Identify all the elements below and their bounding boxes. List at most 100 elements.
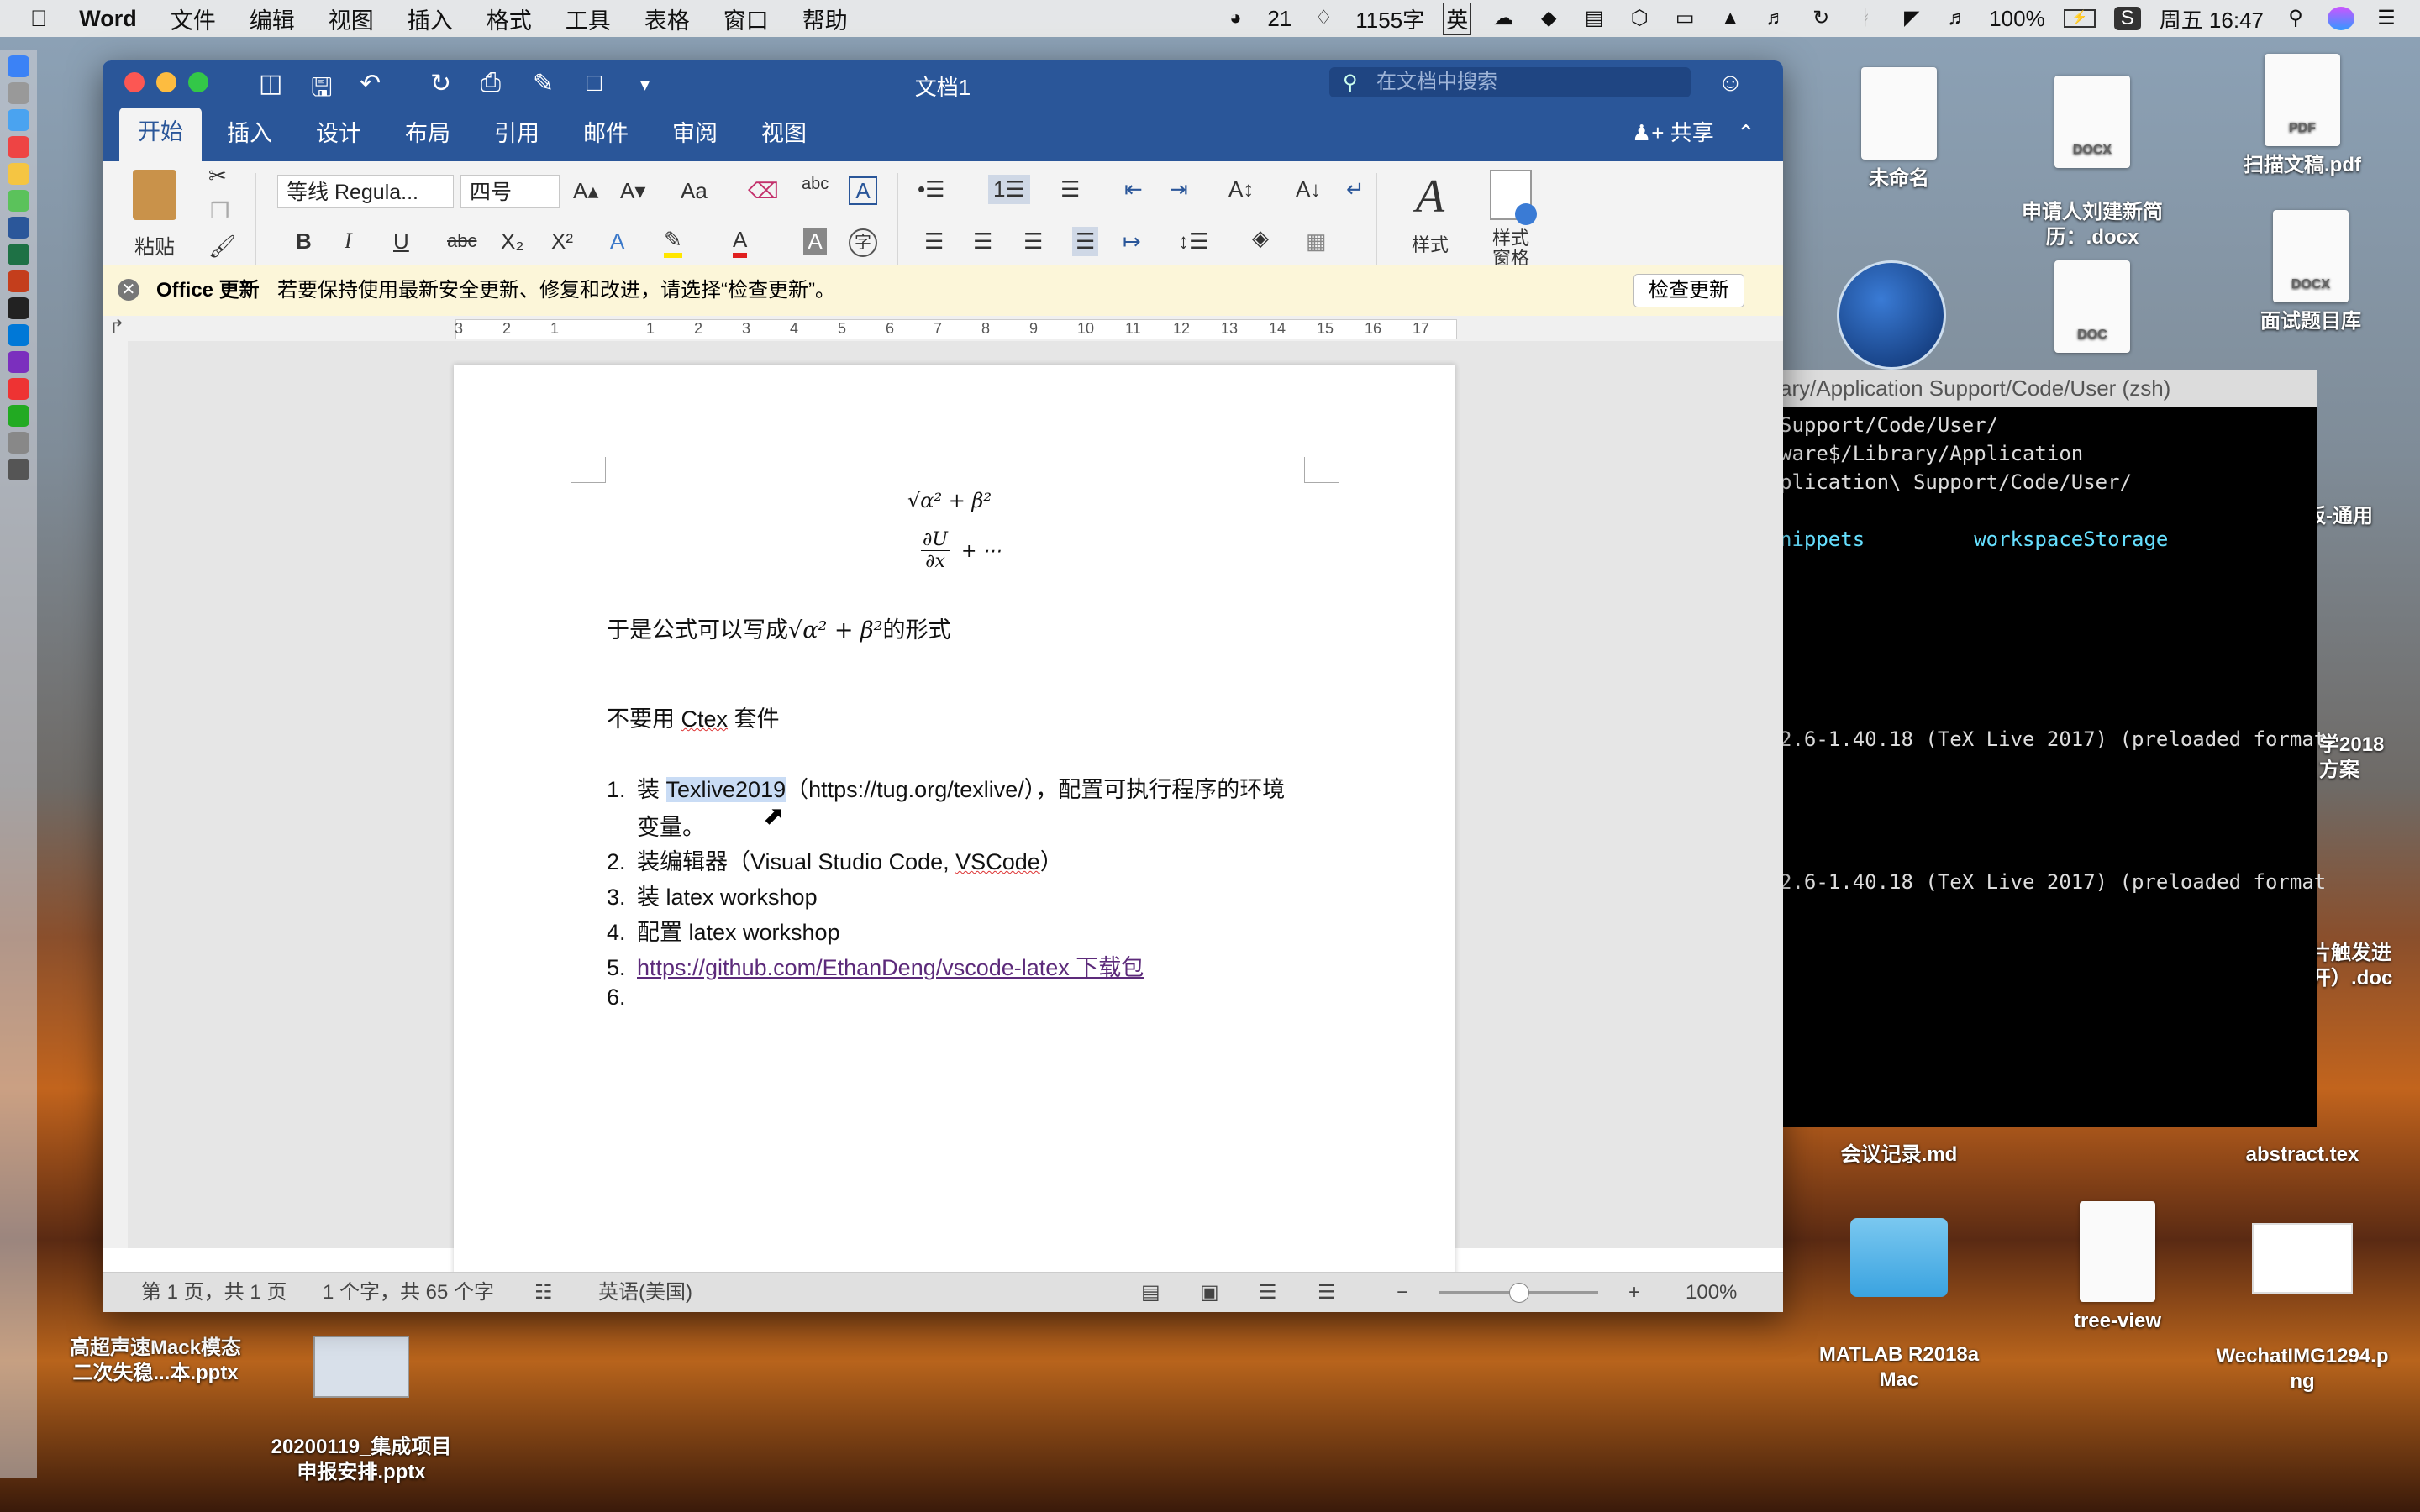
document-page[interactable]: √α² + β² ∂U ∂x + ⋯ 于是公式可以写成√α² + β²的形式 不… — [454, 365, 1455, 1289]
hyperlink[interactable]: https://github.com/EthanDeng/vscode-late… — [637, 955, 1144, 980]
tab-design[interactable]: 设计 — [297, 111, 380, 156]
menu-tools[interactable]: 工具 — [566, 3, 611, 35]
notes-icon[interactable] — [8, 163, 29, 185]
text-effects-icon[interactable]: A — [610, 228, 624, 255]
character-shading-icon[interactable]: A — [803, 228, 827, 255]
tab-mailings[interactable]: 邮件 — [565, 111, 647, 156]
draft-view-icon[interactable]: ☰ — [1318, 1273, 1336, 1312]
finder-icon[interactable] — [8, 55, 29, 77]
word-count[interactable]: 1 个字，共 65 个字 — [323, 1273, 494, 1312]
battery-icon[interactable]: ⚡ — [2063, 9, 2096, 28]
menu-view[interactable]: 视图 — [329, 3, 374, 35]
italic-button[interactable]: I — [345, 228, 352, 254]
app-icon[interactable] — [8, 351, 29, 373]
numbering-icon[interactable]: 1☰ — [988, 175, 1030, 204]
styles-button[interactable]: A 样式 — [1397, 170, 1464, 257]
calendar-icon[interactable] — [8, 136, 29, 158]
print-layout-view-icon[interactable]: ▤ — [1141, 1273, 1160, 1312]
borders-icon[interactable]: ▦ — [1306, 228, 1327, 255]
font-color-icon[interactable]: A — [733, 227, 748, 258]
page-count[interactable]: 第 1 页，共 1 页 — [141, 1273, 287, 1312]
app-icon[interactable]: ▭ — [1671, 7, 1698, 30]
character-border-icon[interactable]: A — [849, 176, 877, 205]
underline-button[interactable]: U — [393, 228, 409, 255]
list-item[interactable]: 3. 装 latex workshop — [607, 879, 818, 911]
bank-icon[interactable]: ♬ — [1762, 7, 1789, 30]
list-item[interactable]: 2. 装编辑器（Visual Studio Code, VSCode） — [607, 843, 1063, 876]
menu-table[interactable]: 表格 — [644, 3, 690, 35]
desktop-icon-abstract-tex[interactable]: abstract.tex — [2218, 1142, 2386, 1168]
desktop-icon-pptx-mack[interactable]: 高超声速Mack模态 二次失稳...本.pptx — [59, 1310, 252, 1411]
dismiss-notification-icon[interactable]: ✕ — [118, 279, 139, 301]
vertical-ruler[interactable] — [103, 341, 128, 1248]
desktop-icon-scan-pdf[interactable]: PDF 扫描文稿.pdf — [2227, 54, 2378, 178]
distributed-icon[interactable]: ↦ — [1123, 228, 1141, 255]
desktop-icon-matlab[interactable]: MATLAB R2018a Mac — [1807, 1193, 1991, 1418]
volume-icon[interactable]: ♬ — [1944, 7, 1970, 30]
change-case-icon[interactable]: Aa — [681, 178, 708, 204]
tab-insert[interactable]: 插入 — [208, 111, 291, 156]
terminal-icon[interactable] — [8, 297, 29, 319]
zoom-percentage[interactable]: 100% — [1686, 1273, 1737, 1312]
app-icon[interactable] — [8, 378, 29, 400]
feedback-smiley-icon[interactable]: ☺ — [1718, 69, 1744, 97]
line-spacing-icon[interactable]: ↕☰ — [1178, 228, 1208, 255]
shrink-font-icon[interactable]: A▾ — [620, 178, 645, 204]
desktop-icon-resume[interactable]: DOCX 申请人刘建新简 历：.docx — [2008, 50, 2176, 276]
excel-icon[interactable] — [8, 244, 29, 265]
word-count-indicator[interactable]: 1155字 — [1355, 3, 1424, 34]
tab-review[interactable]: 审阅 — [654, 111, 736, 156]
safari-icon[interactable] — [8, 109, 29, 131]
tab-view[interactable]: 视图 — [743, 111, 825, 156]
share-button[interactable]: ♟+ 共享 ⌃ — [1632, 116, 1755, 147]
equation-partial[interactable]: ∂U ∂x — [921, 529, 950, 572]
desktop-icon-pptx-project[interactable]: 20200119_集成项目 申报安排.pptx — [252, 1310, 471, 1510]
collapse-ribbon-icon[interactable]: ⌃ — [1737, 120, 1755, 145]
wifi-icon[interactable]: ◤ — [1898, 7, 1925, 30]
menu-insert[interactable]: 插入 — [408, 3, 453, 35]
superscript-button[interactable]: X² — [551, 228, 573, 255]
list-item[interactable]: 4. 配置 latex workshop — [607, 914, 840, 947]
zoom-in-button[interactable]: + — [1628, 1273, 1640, 1312]
desktop-icon-interview[interactable]: DOCX 面试题目库 — [2235, 210, 2386, 334]
proofing-icon[interactable]: ☷ — [534, 1273, 553, 1312]
zoom-slider-thumb[interactable] — [1509, 1283, 1529, 1303]
increase-indent-icon[interactable]: ⇥ — [1170, 176, 1188, 202]
outline-view-icon[interactable]: ☰ — [1259, 1273, 1277, 1312]
ime-indicator[interactable]: 英 — [1443, 2, 1472, 35]
align-right-icon[interactable]: ☰ — [1023, 228, 1043, 255]
mountain-icon[interactable]: ▲ — [1717, 7, 1744, 30]
equation-sqrt[interactable]: √α² + β² — [908, 489, 992, 512]
zoom-slider[interactable] — [1439, 1283, 1598, 1303]
font-size-dropdown[interactable]: 四号 — [460, 175, 560, 208]
clear-formatting-icon[interactable]: ⌫ — [748, 178, 779, 204]
siri-icon[interactable] — [2328, 7, 2354, 30]
phonetic-guide-icon[interactable]: abc — [802, 175, 829, 194]
paragraph-ctex[interactable]: 不要用 Ctex 套件 — [607, 701, 780, 733]
desktop-icon-doc[interactable]: DOC — [2042, 260, 2143, 360]
menu-window[interactable]: 窗口 — [723, 3, 769, 35]
dropbox-icon[interactable]: ◆ — [1535, 7, 1562, 30]
chat-icon[interactable]: ▤ — [1581, 7, 1607, 30]
enclose-characters-icon[interactable]: 字 — [849, 228, 877, 257]
launchpad-icon[interactable] — [8, 82, 29, 104]
desktop-icon-meeting-md[interactable]: 会议记录.md — [1815, 1142, 1983, 1168]
show-formatting-icon[interactable]: ↵ — [1346, 176, 1365, 202]
highlight-icon[interactable]: ✎ — [664, 227, 682, 258]
zoom-out-button[interactable]: − — [1397, 1273, 1408, 1312]
word-icon[interactable] — [8, 217, 29, 239]
desktop-icon-wechat-img[interactable]: WechatIMG1294.p ng — [2202, 1198, 2403, 1420]
shading-icon[interactable]: ◈ — [1252, 225, 1269, 251]
wechat-icon[interactable] — [8, 405, 29, 427]
inline-equation[interactable]: √α² + β² — [788, 617, 882, 643]
copy-icon[interactable]: ❐ — [210, 198, 229, 224]
system-preferences-icon[interactable] — [8, 432, 29, 454]
justify-icon[interactable]: ☰ — [1072, 227, 1099, 256]
align-left-icon[interactable]: ☰ — [924, 228, 944, 255]
menu-help[interactable]: 帮助 — [802, 3, 848, 35]
paragraph-formula-sentence[interactable]: 于是公式可以写成√α² + β²的形式 — [607, 612, 950, 644]
decrease-indent-icon[interactable]: ⇤ — [1124, 176, 1143, 202]
vscode-icon[interactable] — [8, 324, 29, 346]
paste-button[interactable]: 粘贴 — [121, 170, 188, 260]
bullets-icon[interactable]: •☰ — [918, 176, 944, 202]
